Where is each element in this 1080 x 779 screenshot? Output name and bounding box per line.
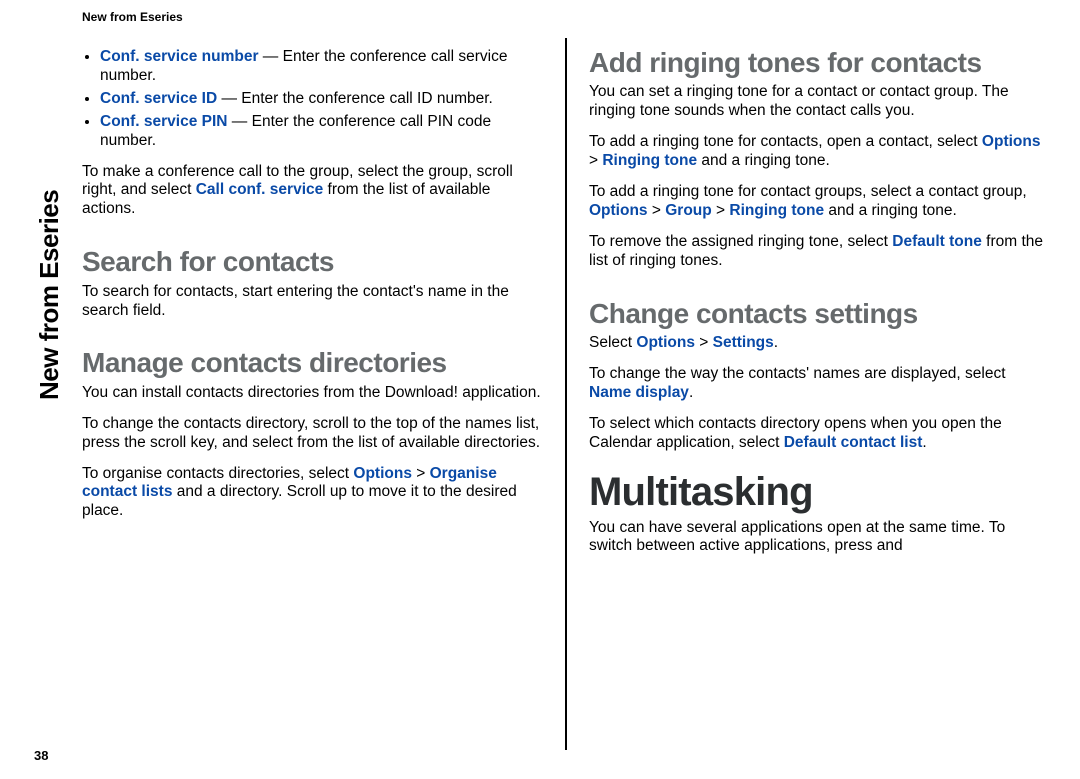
bullet-term: Conf. service number bbox=[100, 48, 259, 65]
settings-link: Settings bbox=[713, 334, 774, 351]
ringing-tone-link: Ringing tone bbox=[729, 202, 824, 219]
heading-manage-contacts-directories: Manage contacts directories bbox=[82, 348, 543, 377]
bullet-conf-service-number: Conf. service number — Enter the confere… bbox=[100, 48, 543, 86]
ringing-tone-link: Ringing tone bbox=[602, 152, 697, 169]
bullet-term: Conf. service ID bbox=[100, 90, 217, 107]
content-columns: Conf. service number — Enter the confere… bbox=[82, 38, 1050, 750]
options-link: Options bbox=[353, 465, 412, 482]
default-tone-link: Default tone bbox=[892, 233, 982, 250]
options-link: Options bbox=[589, 202, 648, 219]
options-link: Options bbox=[982, 133, 1041, 150]
name-display-link: Name display bbox=[589, 384, 689, 401]
page-number: 38 bbox=[34, 748, 48, 763]
bullet-conf-service-id: Conf. service ID — Enter the conference … bbox=[100, 90, 543, 109]
manage-p3: To organise contacts directories, select… bbox=[82, 465, 543, 522]
running-head: New from Eseries bbox=[82, 10, 1070, 24]
multitask-p1: You can have several applications open a… bbox=[589, 519, 1050, 557]
bullet-conf-service-pin: Conf. service PIN — Enter the conference… bbox=[100, 113, 543, 151]
call-conf-service-link: Call conf. service bbox=[196, 181, 324, 198]
change-p2: To change the way the contacts' names ar… bbox=[589, 365, 1050, 403]
search-paragraph: To search for contacts, start entering t… bbox=[82, 283, 543, 321]
ring-p1: You can set a ringing tone for a contact… bbox=[589, 83, 1050, 121]
bullet-desc: — Enter the conference call ID number. bbox=[217, 90, 493, 107]
heading-search-for-contacts: Search for contacts bbox=[82, 247, 543, 276]
heading-multitasking: Multitasking bbox=[589, 471, 1050, 513]
change-p3: To select which contacts directory opens… bbox=[589, 415, 1050, 453]
bullet-term: Conf. service PIN bbox=[100, 113, 228, 130]
right-column: Add ringing tones for contacts You can s… bbox=[565, 38, 1050, 750]
left-column: Conf. service number — Enter the confere… bbox=[82, 38, 565, 750]
sidebar-chapter-label: New from Eseries bbox=[34, 190, 65, 400]
change-p1: Select Options > Settings. bbox=[589, 334, 1050, 353]
heading-change-contacts-settings: Change contacts settings bbox=[589, 299, 1050, 328]
heading-add-ringing-tones: Add ringing tones for contacts bbox=[589, 48, 1050, 77]
ring-p3: To add a ringing tone for contact groups… bbox=[589, 183, 1050, 221]
ring-p2: To add a ringing tone for contacts, open… bbox=[589, 133, 1050, 171]
manage-p2: To change the contacts directory, scroll… bbox=[82, 415, 543, 453]
group-link: Group bbox=[665, 202, 712, 219]
default-contact-list-link: Default contact list bbox=[784, 434, 923, 451]
options-link: Options bbox=[636, 334, 695, 351]
manage-p1: You can install contacts directories fro… bbox=[82, 384, 543, 403]
ring-p4: To remove the assigned ringing tone, sel… bbox=[589, 233, 1050, 271]
conf-call-paragraph: To make a conference call to the group, … bbox=[82, 163, 543, 220]
conf-bullets: Conf. service number — Enter the confere… bbox=[82, 48, 543, 151]
